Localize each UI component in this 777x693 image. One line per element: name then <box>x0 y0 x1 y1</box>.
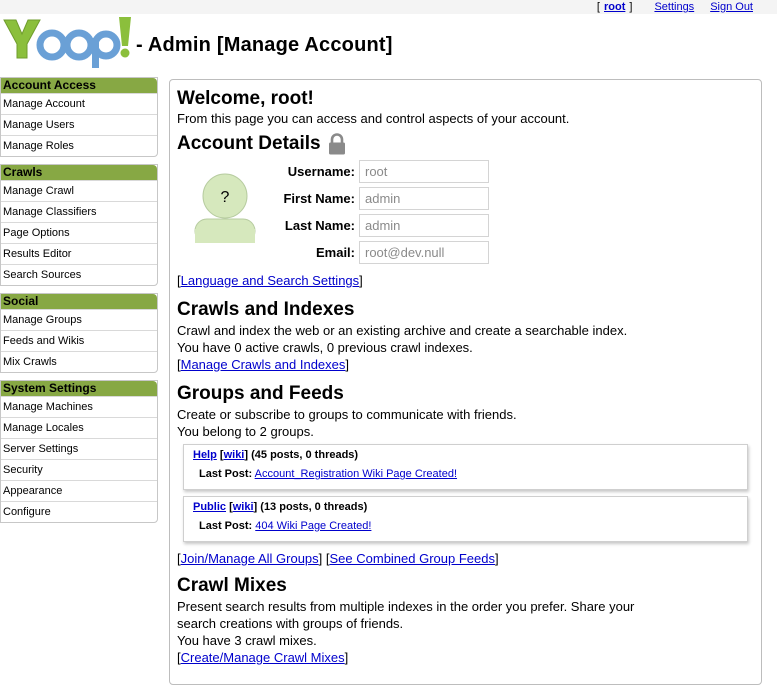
crawls-desc: Crawl and index the web or an existing a… <box>177 323 628 338</box>
menu-group-crawls: Crawls Manage Crawl Manage Classifiers P… <box>0 164 158 286</box>
page-title: - Admin [Manage Account] <box>136 34 393 56</box>
mixes-status: You have 3 crawl mixes. <box>177 633 317 648</box>
join-manage-groups-link[interactable]: Join/Manage All Groups <box>181 551 319 566</box>
lock-icon <box>328 133 345 155</box>
menu-heading: Account Access <box>1 78 157 93</box>
mixes-desc-line1: Present search results from multiple ind… <box>177 599 635 614</box>
group-public-link[interactable]: Public <box>193 501 226 513</box>
sidebar-item-search-sources[interactable]: Search Sources <box>1 264 157 285</box>
last-name-row: Last Name: admin <box>267 213 489 237</box>
menu-group-system-settings: System Settings Manage Machines Manage L… <box>0 380 158 523</box>
main-panel: Welcome, root! From this page you can ac… <box>169 79 762 685</box>
language-search-settings-link[interactable]: Language and Search Settings <box>181 273 360 288</box>
menu-group-social: Social Manage Groups Feeds and Wikis Mix… <box>0 293 158 373</box>
sidebar-item-results-editor[interactable]: Results Editor <box>1 243 157 264</box>
sidebar-item-server-settings[interactable]: Server Settings <box>1 438 157 459</box>
sidebar-item-appearance[interactable]: Appearance <box>1 480 157 501</box>
welcome-heading: Welcome, root! <box>177 88 314 109</box>
combined-group-feeds-link[interactable]: See Combined Group Feeds <box>330 551 495 566</box>
groups-status: You belong to 2 groups. <box>177 424 314 439</box>
crawls-link-line: [Manage Crawls and Indexes] <box>177 357 350 372</box>
intro-text: From this page you can access and contro… <box>177 111 570 126</box>
yioop-logo[interactable] <box>2 12 134 72</box>
sidebar-item-manage-groups[interactable]: Manage Groups <box>1 309 157 330</box>
manage-crawl-mixes-link[interactable]: Create/Manage Crawl Mixes <box>181 650 345 665</box>
account-details: ? Username: root First Name: admin Last … <box>177 159 754 272</box>
last-name-label: Last Name: <box>284 217 355 233</box>
sidebar-item-manage-classifiers[interactable]: Manage Classifiers <box>1 201 157 222</box>
last-post-label: Last Post: <box>199 468 253 480</box>
sidebar-item-feeds-and-wikis[interactable]: Feeds and Wikis <box>1 330 157 351</box>
sidebar-item-configure[interactable]: Configure <box>1 501 157 522</box>
sidebar-item-manage-locales[interactable]: Manage Locales <box>1 417 157 438</box>
mixes-title: Crawl Mixes <box>177 575 287 596</box>
group-help-link[interactable]: Help <box>193 449 217 461</box>
user-link[interactable]: root <box>604 1 625 13</box>
group-card-help: Help [wiki] (45 posts, 0 threads) Last P… <box>183 444 748 490</box>
settings-link-line: [Language and Search Settings] <box>177 273 363 288</box>
groups-desc: Create or subscribe to groups to communi… <box>177 407 517 422</box>
sidebar-item-page-options[interactable]: Page Options <box>1 222 157 243</box>
groups-section: Groups and Feeds Create or subscribe to … <box>177 382 754 567</box>
first-name-field[interactable]: admin <box>359 186 489 210</box>
menu-heading: Crawls <box>1 165 157 180</box>
first-name-label: First Name: <box>283 190 355 206</box>
group-help-last-post-link[interactable]: Account_Registration Wiki Page Created! <box>255 468 457 480</box>
sidebar-item-manage-crawl[interactable]: Manage Crawl <box>1 180 157 201</box>
group-public-last-post-link[interactable]: 404 Wiki Page Created! <box>255 520 371 532</box>
username-label: Username: <box>287 163 355 179</box>
sidebar-item-manage-users[interactable]: Manage Users <box>1 114 157 135</box>
group-card-header: Public [wiki] (13 posts, 0 threads) <box>193 501 368 513</box>
avatar-placeholder-text: ? <box>221 189 230 206</box>
username-field[interactable]: root <box>359 159 489 183</box>
first-name-row: First Name: admin <box>267 186 489 210</box>
account-details-title: Account Details <box>177 133 321 154</box>
group-help-wiki-link[interactable]: wiki <box>224 449 245 461</box>
sidebar-item-manage-machines[interactable]: Manage Machines <box>1 396 157 417</box>
menu-heading: Social <box>1 294 157 309</box>
crawls-title: Crawls and Indexes <box>177 299 355 320</box>
email-field[interactable]: root@dev.null <box>359 240 489 264</box>
sidebar-item-mix-crawls[interactable]: Mix Crawls <box>1 351 157 372</box>
crawls-section: Crawls and Indexes Crawl and index the w… <box>177 298 754 373</box>
menu-group-account-access: Account Access Manage Account Manage Use… <box>0 77 158 157</box>
group-public-counts: (13 posts, 0 threads) <box>260 501 368 513</box>
group-public-wiki-link[interactable]: wiki <box>233 501 254 513</box>
groups-title: Groups and Feeds <box>177 383 344 404</box>
avatar-placeholder-icon[interactable]: ? <box>193 169 257 243</box>
sidebar-item-manage-account[interactable]: Manage Account <box>1 93 157 114</box>
group-card-public: Public [wiki] (13 posts, 0 threads) Last… <box>183 496 748 542</box>
group-card-header: Help [wiki] (45 posts, 0 threads) <box>193 449 359 461</box>
group-card-last-post: Last Post: 404 Wiki Page Created! <box>193 519 739 534</box>
manage-crawls-link[interactable]: Manage Crawls and Indexes <box>181 357 346 372</box>
account-details-header: Account Details <box>177 132 754 156</box>
mixes-desc-line2: search creations with groups of friends. <box>177 616 404 631</box>
sign-out-link[interactable]: Sign Out <box>710 1 753 13</box>
email-label: Email: <box>315 244 355 260</box>
top-links: [root] Settings Sign Out <box>596 1 753 13</box>
crawls-status: You have 0 active crawls, 0 previous cra… <box>177 340 473 355</box>
mixes-link-line: [Create/Manage Crawl Mixes] <box>177 650 349 665</box>
sidebar-item-security[interactable]: Security <box>1 459 157 480</box>
last-name-field[interactable]: admin <box>359 213 489 237</box>
sidebar: Account Access Manage Account Manage Use… <box>0 77 158 530</box>
username-row: Username: root <box>267 159 489 183</box>
last-post-label: Last Post: <box>199 520 253 532</box>
email-row: Email: root@dev.null <box>267 240 489 264</box>
sidebar-item-manage-roles[interactable]: Manage Roles <box>1 135 157 156</box>
menu-heading: System Settings <box>1 381 157 396</box>
group-help-counts: (45 posts, 0 threads) <box>251 449 359 461</box>
settings-link[interactable]: Settings <box>654 1 694 13</box>
groups-link-line: [Join/Manage All Groups] [See Combined G… <box>177 551 499 566</box>
mixes-section: Crawl Mixes Present search results from … <box>177 574 754 666</box>
group-card-last-post: Last Post: Account_Registration Wiki Pag… <box>193 467 739 482</box>
